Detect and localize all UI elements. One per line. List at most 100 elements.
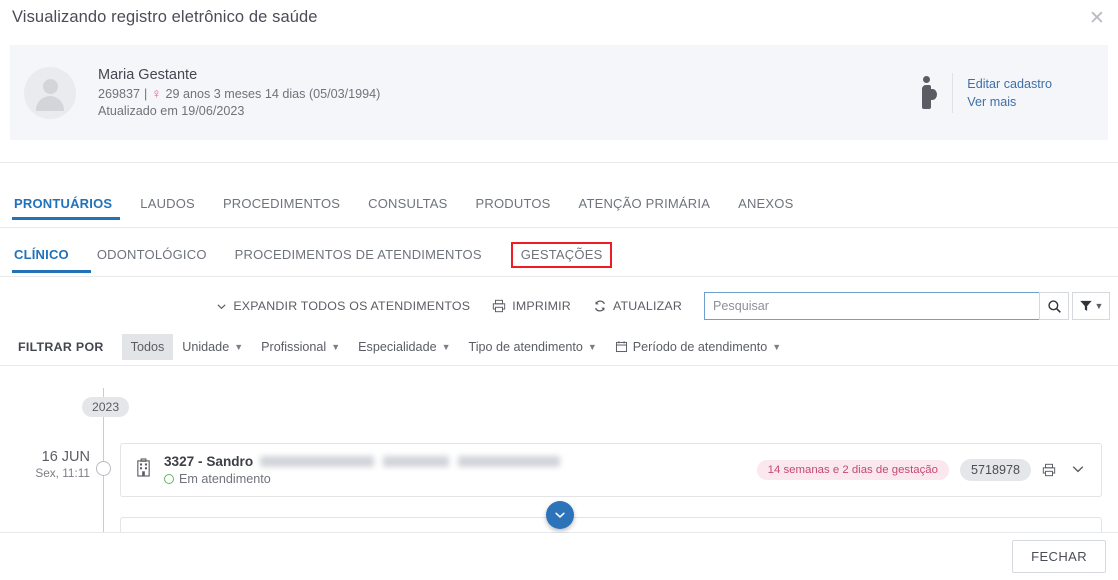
avatar <box>24 66 76 119</box>
encounter-card[interactable]: 3327 - Sandro Em atendimento 14 semanas … <box>120 443 1102 497</box>
chevron-down-icon: ▼ <box>441 341 451 352</box>
refresh-icon <box>593 299 607 313</box>
search-button[interactable] <box>1039 292 1069 320</box>
filter-chip-label: Todos <box>130 339 165 354</box>
patient-links: Editar cadastro Ver mais <box>967 77 1052 109</box>
filter-chip-todos[interactable]: Todos <box>121 333 174 360</box>
header-divider <box>0 162 1118 163</box>
close-button[interactable]: FECHAR <box>1012 540 1106 573</box>
tab-atencao-primaria[interactable]: ATENÇÃO PRIMÁRIA <box>579 196 728 220</box>
primary-tabs: PRONTUÁRIOS LAUDOS PROCEDIMENTOS CONSULT… <box>0 196 1118 228</box>
timeline-entry-dot <box>96 461 111 476</box>
encounter-title: 3327 - Sandro <box>164 454 254 469</box>
filter-chip-periodo-de-atendimento[interactable]: Período de atendimento ▼ <box>606 334 790 360</box>
close-icon[interactable]: ✕ <box>1084 5 1110 31</box>
action-divider <box>952 72 954 113</box>
records-toolbar: EXPANDIR TODOS OS ATENDIMENTOS IMPRIMIR <box>0 289 1118 323</box>
modal-footer: FECHAR <box>0 533 1118 580</box>
tab-consultas[interactable]: CONSULTAS <box>368 196 464 220</box>
secondary-tabs: CLÍNICO ODONTOLÓGICO PROCEDIMENTOS DE AT… <box>0 242 1118 277</box>
filter-chip-label: Profissional <box>261 339 327 354</box>
edit-registration-link[interactable]: Editar cadastro <box>967 77 1052 91</box>
tab-prontuarios[interactable]: PRONTUÁRIOS <box>11 196 129 220</box>
timeline-entry-time: Sex, 11:11 <box>35 466 90 480</box>
timeline-entry-date: 16 JUN Sex, 11:11 <box>35 449 90 480</box>
tab-produtos[interactable]: PRODUTOS <box>476 196 568 220</box>
print-label: IMPRIMIR <box>512 299 571 313</box>
filter-chip-unidade[interactable]: Unidade ▼ <box>173 334 252 360</box>
printer-icon <box>492 299 506 313</box>
tab-procedimentos[interactable]: PROCEDIMENTOS <box>223 196 357 220</box>
see-more-link[interactable]: Ver mais <box>967 95 1052 109</box>
tab-gestacoes[interactable]: GESTAÇÕES <box>510 242 613 268</box>
encounter-actions: 14 semanas e 2 dias de gestação 5718978 <box>756 459 1089 481</box>
pregnant-woman-icon <box>916 75 938 110</box>
tab-odontologico[interactable]: ODONTOLÓGICO <box>97 245 207 273</box>
encounter-title-row: 3327 - Sandro <box>164 454 757 469</box>
hospital-building-icon <box>135 458 152 482</box>
status-indicator-icon <box>164 474 174 484</box>
patient-name: Maria Gestante <box>98 67 198 83</box>
encounter-id-badge: 5718978 <box>959 459 1031 481</box>
printer-icon[interactable] <box>1042 463 1056 477</box>
tab-anexos[interactable]: ANEXOS <box>738 196 810 220</box>
tab-clinico[interactable]: CLÍNICO <box>12 245 91 273</box>
patient-actions: Editar cadastro Ver mais <box>916 72 1052 113</box>
encounter-card-next[interactable] <box>120 517 1102 533</box>
encounter-status: Em atendimento <box>164 472 757 486</box>
filter-chip-especialidade[interactable]: Especialidade ▼ <box>349 334 459 360</box>
chevron-down-icon: ▼ <box>1094 301 1104 311</box>
expand-all-button[interactable]: EXPANDIR TODOS OS ATENDIMENTOS <box>216 299 470 313</box>
avatar-head <box>42 78 58 94</box>
expand-all-label: EXPANDIR TODOS OS ATENDIMENTOS <box>233 299 471 313</box>
chevron-down-icon: ▼ <box>772 341 782 352</box>
tab-laudos[interactable]: LAUDOS <box>140 196 212 220</box>
filter-chip-label: Período de atendimento <box>632 339 768 354</box>
scroll-down-fab[interactable] <box>546 501 574 529</box>
modal-title: Visualizando registro eletrônico de saúd… <box>12 8 318 26</box>
encounter-text: 3327 - Sandro Em atendimento <box>164 454 757 486</box>
filter-chip-label: Unidade <box>182 339 230 354</box>
patient-record-number: 269837 <box>98 86 141 101</box>
chevron-down-icon: ▼ <box>587 341 597 352</box>
search-group: ▼ <box>704 292 1110 320</box>
filter-row: FILTRAR POR Todos Unidade ▼ Profissional… <box>0 331 1118 362</box>
primary-tabs-underline <box>0 227 1118 228</box>
patient-updated: Atualizado em 19/06/2023 <box>98 104 245 118</box>
search-icon <box>1047 299 1061 313</box>
patient-info: Maria Gestante 269837 | ♀ 29 anos 3 mese… <box>98 67 916 118</box>
calendar-icon <box>615 340 628 354</box>
print-button[interactable]: IMPRIMIR <box>492 299 571 313</box>
meta-separator: | <box>144 86 148 101</box>
funnel-icon <box>1079 300 1092 311</box>
timeline-scroll-area[interactable]: 2023 16 JUN Sex, 11:11 3327 - Sandro Em … <box>0 366 1118 533</box>
patient-meta: 269837 | ♀ 29 anos 3 meses 14 dias (05/0… <box>98 86 916 101</box>
timeline-year-chip: 2023 <box>82 397 130 417</box>
patient-header: Maria Gestante 269837 | ♀ 29 anos 3 mese… <box>10 45 1108 140</box>
modal-titlebar: Visualizando registro eletrônico de saúd… <box>0 0 1118 35</box>
filter-chip-label: Especialidade <box>358 339 437 354</box>
chevron-down-icon <box>216 301 227 312</box>
redacted-text <box>260 456 561 467</box>
avatar-body <box>36 95 64 111</box>
tab-procedimentos-de-atendimentos[interactable]: PROCEDIMENTOS DE ATENDIMENTOS <box>235 245 482 273</box>
filter-chip-label: Tipo de atendimento <box>468 339 583 354</box>
chevron-down-icon: ▼ <box>331 341 341 352</box>
ehr-modal: Visualizando registro eletrônico de saúd… <box>0 0 1118 580</box>
refresh-label: ATUALIZAR <box>612 299 682 313</box>
refresh-button[interactable]: ATUALIZAR <box>593 299 682 313</box>
search-input[interactable] <box>704 292 1039 320</box>
filter-chip-profissional[interactable]: Profissional ▼ <box>252 334 349 360</box>
expand-encounter-chevron-down-icon[interactable] <box>1067 462 1089 479</box>
secondary-tabs-underline <box>0 276 1118 277</box>
timeline-entry-day: 16 JUN <box>41 449 90 465</box>
gestation-badge: 14 semanas e 2 dias de gestação <box>756 460 949 480</box>
patient-age: 29 anos 3 meses 14 dias (05/03/1994) <box>165 86 381 101</box>
female-symbol-icon: ♀ <box>151 86 162 101</box>
chevron-down-icon <box>555 512 565 518</box>
filter-dropdown-button[interactable]: ▼ <box>1072 292 1110 320</box>
filter-chip-tipo-de-atendimento[interactable]: Tipo de atendimento ▼ <box>460 334 606 360</box>
chevron-down-icon: ▼ <box>234 341 244 352</box>
filter-by-label: FILTRAR POR <box>18 339 104 354</box>
encounter-status-label: Em atendimento <box>179 472 271 486</box>
